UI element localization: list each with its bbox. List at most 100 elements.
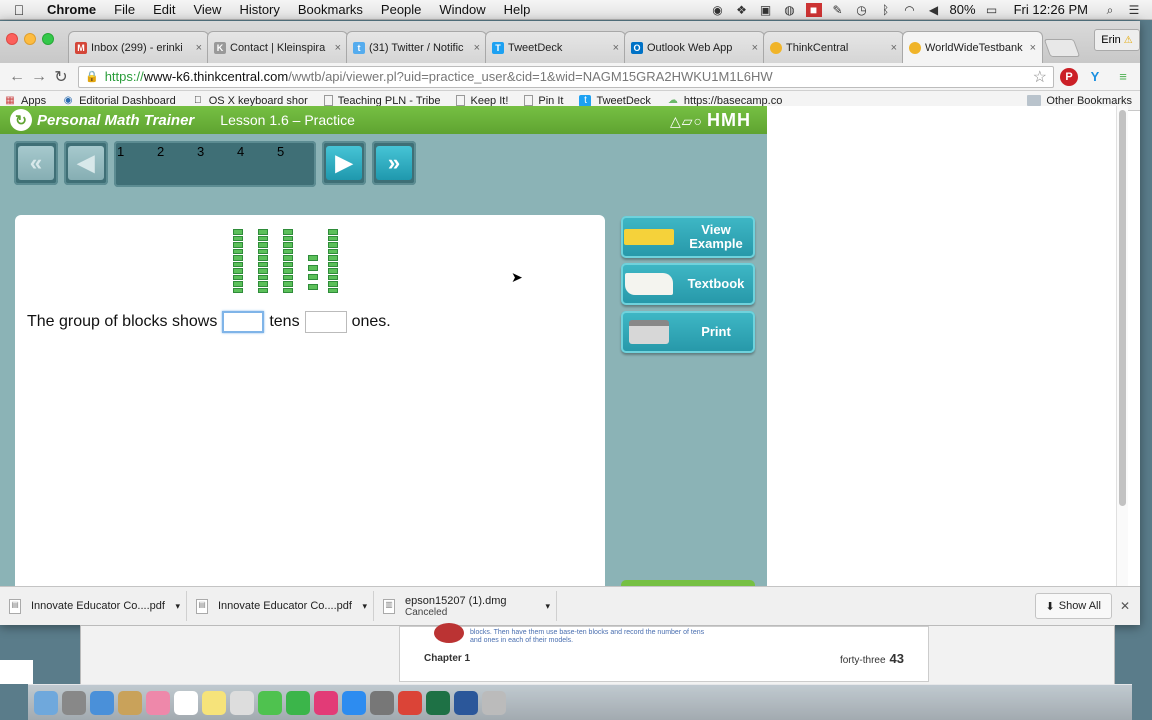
trash-icon[interactable] [482, 690, 506, 715]
back-icon[interactable]: ← [6, 68, 28, 86]
menu-window[interactable]: Window [430, 2, 494, 17]
browser-tab[interactable]: O Outlook Web App × [624, 31, 765, 63]
preferences-icon[interactable] [370, 690, 394, 715]
page-scrollbar[interactable] [1116, 106, 1128, 586]
bookmark-pin-it[interactable]: Pin It [524, 95, 563, 107]
menu-file[interactable]: File [105, 2, 144, 17]
app-store-icon[interactable] [342, 690, 366, 715]
itunes-icon[interactable] [314, 690, 338, 715]
bluetooth-icon[interactable]: ᛒ [878, 3, 894, 17]
browser-tab[interactable]: T TweetDeck × [485, 31, 626, 63]
menu-history[interactable]: History [230, 2, 288, 17]
bookmark-apps[interactable]: ▦ Apps [4, 95, 46, 107]
dropbox-icon[interactable]: ❖ [734, 3, 750, 17]
status-icon-2[interactable]: ▣ [758, 3, 774, 17]
minimize-window-button[interactable] [24, 33, 36, 45]
ones-input[interactable] [304, 311, 347, 333]
status-icon-3[interactable]: ◍ [782, 3, 798, 17]
first-page-button[interactable]: « [14, 141, 58, 185]
menu-edit[interactable]: Edit [144, 2, 184, 17]
close-icon[interactable]: ✕ [1120, 599, 1130, 613]
page-2-button[interactable]: 2 [157, 144, 193, 182]
download-item[interactable]: ▤ Innovate Educator Co....pdf ▾ [3, 591, 187, 621]
clock[interactable]: Fri 12:26 PM [1014, 2, 1088, 17]
tab-close-icon[interactable]: × [335, 42, 341, 54]
rocket-icon[interactable] [62, 690, 86, 715]
scrollbar-thumb[interactable] [1119, 110, 1126, 506]
pinterest-icon[interactable]: P [1060, 67, 1078, 86]
spotlight-icon[interactable]: ⌕ [1102, 3, 1118, 17]
mail-icon[interactable] [118, 690, 142, 715]
status-icon-1[interactable]: ◉ [710, 3, 726, 17]
photos-icon[interactable] [146, 690, 170, 715]
bookmark-star-icon[interactable]: ☆ [1033, 67, 1047, 87]
battery-icon[interactable]: ▭ [984, 3, 1000, 17]
prev-page-button[interactable]: ◀ [64, 141, 108, 185]
tab-close-icon[interactable]: × [752, 42, 758, 54]
textbook-button[interactable]: Textbook [621, 263, 755, 305]
bookmark-osx-keyboard[interactable]:  OS X keyboard shor [192, 95, 308, 107]
excel-icon[interactable] [426, 690, 450, 715]
tab-close-icon[interactable]: × [891, 42, 897, 54]
print-button[interactable]: Print [621, 311, 755, 353]
other-bookmarks[interactable]: Other Bookmarks [1027, 95, 1132, 107]
browser-tab[interactable]: t (31) Twitter / Notific × [346, 31, 487, 63]
tab-close-icon[interactable]: × [613, 42, 619, 54]
browser-tab[interactable]: K Contact | Kleinspira × [207, 31, 348, 63]
menu-people[interactable]: People [372, 2, 430, 17]
reload-icon[interactable]: ↻ [50, 67, 72, 87]
bookmark-editorial-dashboard[interactable]: ◉ Editorial Dashboard [62, 95, 176, 107]
tab-close-icon[interactable]: × [196, 42, 202, 54]
browser-tab[interactable]: WorldWideTestbank × [902, 31, 1043, 63]
show-all-button[interactable]: ⬇ Show All [1034, 593, 1112, 619]
download-item[interactable]: ▤ Innovate Educator Co....pdf ▾ [190, 591, 374, 621]
notification-center-icon[interactable]: ☰ [1126, 3, 1142, 17]
bookmark-basecamp[interactable]: ☁ https://basecamp.co [667, 95, 782, 107]
address-bar[interactable]: 🔒 https:// www-k6.thinkcentral.com /wwtb… [78, 65, 1054, 88]
time-machine-icon[interactable]: ◷ [854, 3, 870, 17]
page-1-button[interactable]: 1 [117, 144, 153, 182]
finder-icon[interactable] [34, 690, 58, 715]
page-4-button[interactable]: 4 [237, 144, 273, 182]
tens-input[interactable] [222, 311, 265, 333]
menu-help[interactable]: Help [495, 2, 540, 17]
volume-icon[interactable]: ◀ [926, 3, 942, 17]
profile-button[interactable]: Erin ⚠ [1094, 29, 1140, 51]
dropdown-arrow-icon[interactable]: ▾ [362, 601, 367, 612]
page-5-button[interactable]: 5 [277, 144, 313, 182]
download-item[interactable]: ▥ epson15207 (1).dmg Canceled ▾ [377, 591, 557, 621]
battery-percent[interactable]: 80% [950, 2, 976, 17]
word-icon[interactable] [454, 690, 478, 715]
zoom-window-button[interactable] [42, 33, 54, 45]
new-tab-button[interactable] [1043, 39, 1081, 57]
bookmark-teaching-pln[interactable]: Teaching PLN - Tribe [323, 95, 440, 107]
wifi-icon[interactable]: ◠ [902, 3, 918, 17]
dropdown-arrow-icon[interactable]: ▾ [545, 601, 550, 612]
safari-icon[interactable] [90, 690, 114, 715]
tab-close-icon[interactable]: × [474, 42, 480, 54]
forward-icon[interactable]: → [28, 68, 50, 86]
status-icon-4[interactable]: ■ [805, 2, 822, 17]
menu-view[interactable]: View [184, 2, 230, 17]
bookmark-keep-it[interactable]: Keep It! [456, 95, 508, 107]
chrome-menu-icon[interactable]: ≡ [1112, 67, 1134, 87]
notification-icon[interactable]: ✎ [830, 3, 846, 17]
reminders-icon[interactable] [230, 690, 254, 715]
menu-bookmarks[interactable]: Bookmarks [289, 2, 372, 17]
browser-tab[interactable]: M Inbox (299) - erinki × [68, 31, 209, 63]
chrome-icon[interactable] [398, 690, 422, 715]
close-window-button[interactable] [6, 33, 18, 45]
facetime-icon[interactable] [286, 690, 310, 715]
next-page-button[interactable]: ▶ [322, 141, 366, 185]
browser-tab[interactable]: ThinkCentral × [763, 31, 904, 63]
page-3-button[interactable]: 3 [197, 144, 233, 182]
last-page-button[interactable]: » [372, 141, 416, 185]
extension-y-icon[interactable]: Y [1084, 67, 1106, 87]
tab-close-icon[interactable]: × [1030, 42, 1036, 54]
notes-icon[interactable] [202, 690, 226, 715]
view-example-button[interactable]: View Example [621, 216, 755, 258]
calendar-icon[interactable] [174, 690, 198, 715]
messages-icon[interactable] [258, 690, 282, 715]
dropdown-arrow-icon[interactable]: ▾ [175, 601, 180, 612]
menu-app-name[interactable]: Chrome [38, 2, 105, 17]
